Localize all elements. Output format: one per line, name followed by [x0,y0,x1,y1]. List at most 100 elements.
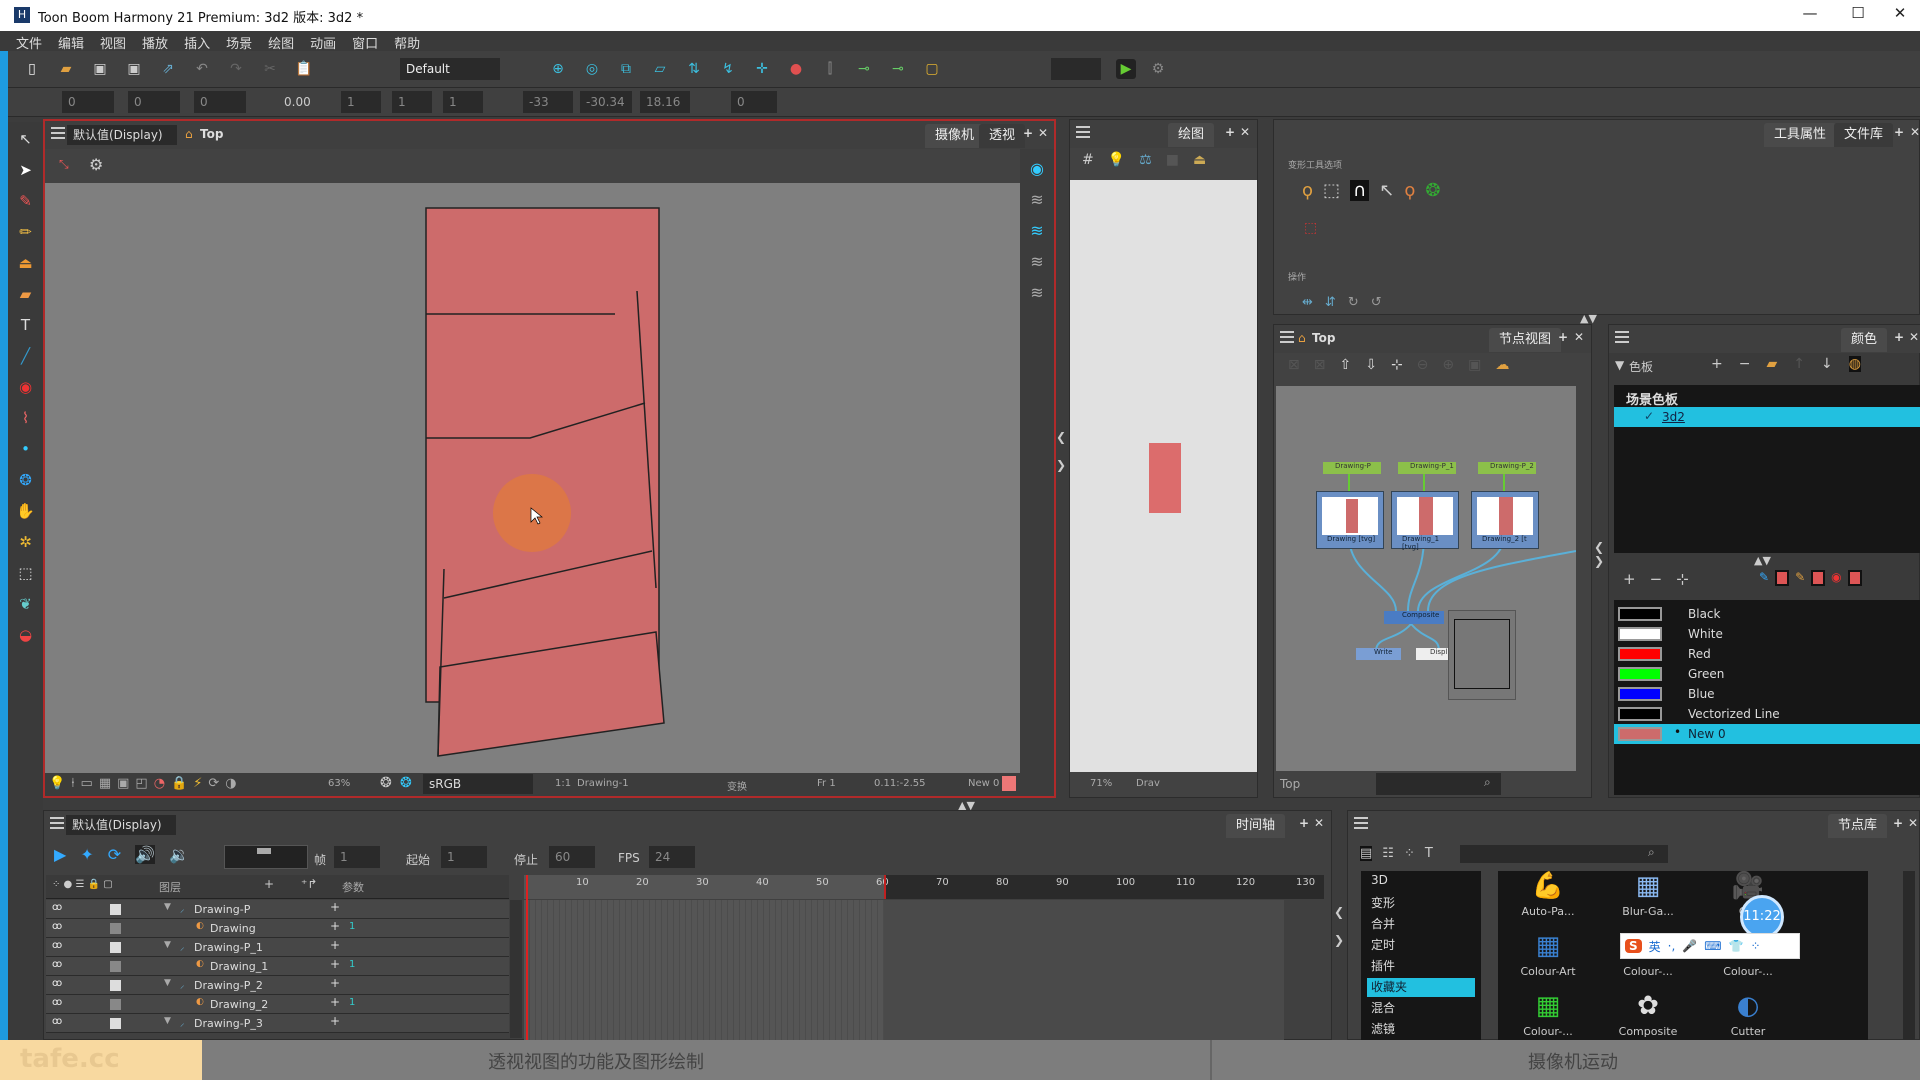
rotate-90-cw-icon[interactable]: ↻ [1348,295,1359,310]
redo-icon[interactable]: ↷ [226,59,246,79]
scene-end-marker[interactable] [884,875,886,899]
play-icon[interactable]: ▶ [54,845,66,864]
palette-folder-icon[interactable]: ▰ [1766,356,1777,372]
menu-animation[interactable]: 动画 [310,31,346,52]
expand-icon[interactable]: ▼ [164,978,171,988]
pin-icon[interactable]: T [1425,846,1433,861]
playback-speed-slider[interactable] [224,845,308,869]
add-param-icon[interactable]: + [330,995,340,1009]
grid-icon[interactable]: # [1082,152,1094,168]
panel-menu-icon[interactable] [1280,331,1294,343]
sound-icon[interactable]: 🔊 [135,845,156,864]
node-drawing[interactable]: Drawing_2 [t [1471,491,1539,549]
save-icon[interactable]: ▣ [90,59,110,79]
drawing-zoom[interactable]: 71% [1090,778,1112,789]
flip-h-icon[interactable]: ⇹ [1302,295,1313,310]
layer-row[interactable]: ꝏ ▼ ⸝ Drawing-P_2 + [46,976,509,995]
visibility-toggle-icon[interactable]: ꝏ [52,959,62,970]
colour-item[interactable]: Blue [1614,684,1920,704]
bbox-icon[interactable]: ▢ [922,59,942,79]
palette-up-icon[interactable]: ↑ [1793,356,1805,372]
tab-timeline[interactable]: 时间轴 [1226,814,1286,838]
palette-item-selected[interactable]: ✓ 3d2 [1614,407,1920,427]
node-tool3-icon[interactable]: ⊖ [1417,357,1429,373]
pos-x-field[interactable]: 0 [62,91,114,113]
visibility-toggle-icon[interactable]: ꝏ [52,978,62,989]
timeline-view-mode-select[interactable]: 默认值(Display) [66,815,176,835]
dropper-tool-icon[interactable]: ⌇ [22,409,29,427]
add-tab-icon[interactable]: + [1023,126,1033,140]
fill-colour-icon[interactable]: ◉ [1831,570,1841,586]
library-category[interactable]: 收藏夹 [1367,978,1475,997]
open-icon[interactable]: ▰ [56,59,76,79]
cut-icon[interactable]: ✂ [260,59,280,79]
angle2-field[interactable]: -30.34 [580,91,632,113]
light-table-icon[interactable]: 💡 [1108,152,1125,168]
rotate-90-ccw-icon[interactable]: ↺ [1371,295,1382,310]
eraser-tool-icon[interactable]: ▰ [20,285,32,303]
pos-z-field[interactable]: 0 [194,91,246,113]
flip-icon[interactable]: ⇅ [684,59,704,79]
paste-icon[interactable]: 📋 [294,59,314,79]
search-icon[interactable]: ⌕ [1648,845,1655,860]
scale-icon[interactable]: ⧉ [616,59,636,79]
select-tool-icon[interactable]: ↖ [19,130,32,148]
skew-icon[interactable]: ▱ [650,59,670,79]
layers3-icon[interactable]: ≋ [1030,283,1043,302]
motion-path-icon[interactable]: ● [786,59,806,79]
remove-colour-icon[interactable]: − [1650,570,1663,588]
panel-menu-icon[interactable] [50,817,64,829]
scale-x-field[interactable]: 1 [341,91,381,113]
loop-icon[interactable]: ⟳ [108,845,121,864]
layer-color-box[interactable] [110,923,121,934]
fps-field[interactable]: 24 [649,846,695,868]
palette-style-icon[interactable]: ◍ [1848,356,1861,372]
brush-tool-icon[interactable]: ✎ [19,192,32,210]
node-tool4-icon[interactable]: ⊕ [1442,357,1454,373]
settings-icon[interactable]: ⚙ [1148,59,1168,79]
eye-icon[interactable]: ◉ [1030,159,1044,178]
stamp-icon[interactable]: ⏏ [1193,152,1206,168]
layer-name[interactable]: Drawing_1 [210,960,268,973]
transform-tool-icon[interactable]: ✲ [19,533,32,551]
stamp-tool-icon[interactable]: ⏏ [18,254,32,272]
visibility-toggle-icon[interactable]: ꝏ [52,921,62,932]
group-icon[interactable]: ⊹ [1391,357,1403,373]
node-peg[interactable]: Drawing-P [1323,462,1381,474]
expand-icon[interactable]: ▼ [164,902,171,912]
library-item[interactable]: 💪 Auto-Pa... [1498,871,1598,931]
add-layer-icon[interactable]: + [264,877,274,891]
add-param-icon[interactable]: + [330,1014,340,1028]
tab-tool-properties[interactable]: 工具属性 [1764,123,1837,147]
view-mode-select[interactable]: 默认值(Display) [67,125,177,145]
sound-scrub-icon[interactable]: 🔉 [169,845,189,864]
bones-icon[interactable]: ⫿ [820,59,840,79]
add-param-icon[interactable]: + [330,976,340,990]
move-down-icon[interactable]: ⇩ [1365,357,1377,373]
node-peg[interactable]: Drawing-P_1 [1398,462,1456,474]
add-tab-icon[interactable]: + [1558,330,1568,344]
node-drawing[interactable]: Drawing_1 [tvg] [1391,491,1459,551]
ime-keyboard-icon[interactable]: ⌨ [1704,939,1721,953]
close-panel-icon[interactable]: ✕ [1574,330,1584,344]
layer-name[interactable]: Drawing-P_1 [194,941,263,954]
visibility-toggle-icon[interactable]: ꝏ [52,902,62,913]
layer-scrollbar[interactable] [510,900,522,1038]
lock-icon[interactable]: 🔒 [171,776,187,791]
save-as-icon[interactable]: ▣ [124,59,144,79]
node-drawing[interactable]: Drawing [tvg] [1316,491,1384,549]
menu-insert[interactable]: 插入 [184,31,220,52]
ime-lang[interactable]: 英 [1649,938,1661,955]
hand-tool-icon[interactable]: ✋ [16,502,35,520]
node-canvas[interactable]: Drawing-P Drawing-P_1 Drawing-P_2 Drawin… [1276,386,1576,771]
onion-icon[interactable]: ⚖ [1139,152,1152,168]
mask-icon[interactable]: ■ [1166,152,1179,168]
menu-help[interactable]: 帮助 [394,31,430,52]
pivot-icon[interactable]: ⊕ [548,59,568,79]
menu-drawing[interactable]: 绘图 [268,31,304,52]
angle3-field[interactable]: 18.16 [640,91,690,113]
colour-item[interactable]: Vectorized Line [1614,704,1920,724]
breadcrumb-top[interactable]: Top [200,127,223,141]
paint-tool-icon[interactable]: ◉ [19,378,32,396]
layer-name[interactable]: Drawing-P_2 [194,979,263,992]
